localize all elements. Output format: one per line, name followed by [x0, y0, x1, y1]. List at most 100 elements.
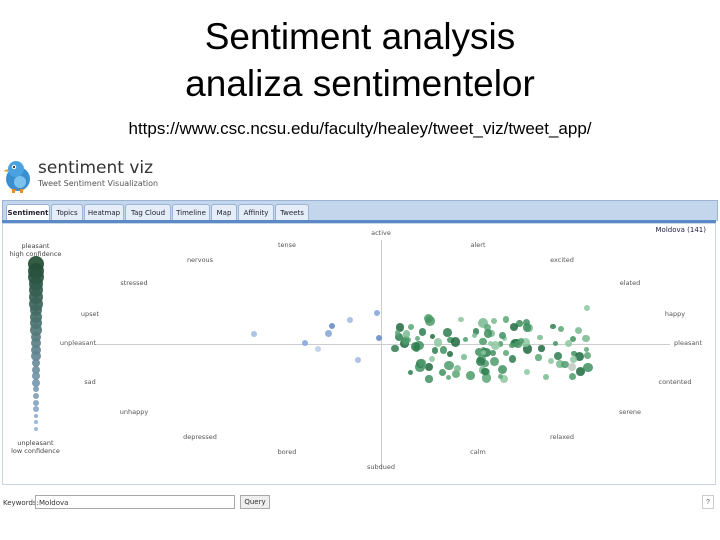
tweet-dot[interactable] [537, 335, 543, 341]
tweet-dot[interactable] [376, 335, 382, 341]
tab-timeline[interactable]: Timeline [172, 204, 210, 221]
tweet-dot[interactable] [251, 331, 257, 337]
tweet-dot[interactable] [461, 354, 467, 360]
tweet-dot[interactable] [481, 367, 489, 376]
tweet-dot[interactable] [324, 329, 332, 337]
tweet-dot[interactable] [535, 354, 542, 361]
tweet-dot[interactable] [428, 355, 435, 362]
tweet-dot[interactable] [574, 326, 582, 334]
emotion-calm: calm [470, 448, 486, 456]
tab-bar: Sentiment Topics Heatmap Tag Cloud Timel… [2, 200, 718, 221]
emotion-subdued: subdued [366, 463, 396, 471]
arousal-axis [381, 240, 382, 470]
emotion-unpleasant: unpleasant [59, 339, 97, 347]
tweet-dot[interactable] [490, 349, 496, 356]
tab-heatmap[interactable]: Heatmap [84, 204, 124, 221]
tweet-dot[interactable] [444, 360, 454, 371]
tab-tweets[interactable]: Tweets [275, 204, 309, 221]
tweet-dot[interactable] [499, 331, 506, 339]
tweet-dot[interactable] [423, 313, 434, 323]
tweet-dot[interactable] [425, 375, 433, 383]
emotion-pleasant: pleasant [674, 339, 702, 347]
tweet-dot[interactable] [514, 341, 522, 349]
tweet-dot[interactable] [522, 323, 531, 332]
tweet-dot[interactable] [408, 324, 415, 330]
emotion-depressed: depressed [183, 433, 217, 441]
tweet-dot[interactable] [466, 370, 475, 380]
legend-dot [33, 393, 39, 399]
tweet-dot[interactable] [329, 323, 335, 329]
tweet-dot[interactable] [479, 337, 487, 346]
tweet-dot[interactable] [433, 338, 443, 347]
tweet-dot[interactable] [418, 328, 426, 336]
app-name: sentiment viz [38, 158, 154, 178]
tweet-dot[interactable] [583, 352, 591, 360]
emotion-active: active [371, 229, 391, 237]
tweet-dot[interactable] [568, 363, 576, 371]
keywords-label: Keywords: [3, 499, 39, 507]
app-subtitle: Tweet Sentiment Visualization [38, 179, 159, 188]
legend-bottom-line2: low confidence [11, 447, 60, 455]
tweet-dot[interactable] [391, 344, 399, 352]
tweet-dot[interactable] [543, 374, 549, 380]
legend-bottom-line1: unpleasant [17, 439, 54, 447]
emotion-alert: alert [470, 241, 486, 249]
tweet-dot[interactable] [450, 337, 461, 347]
tweet-dot[interactable] [503, 350, 510, 356]
tweet-dot[interactable] [554, 352, 562, 360]
valence-axis [95, 344, 670, 345]
tweet-dot[interactable] [502, 316, 510, 323]
tab-sentiment[interactable]: Sentiment [6, 204, 50, 221]
emotion-bored: bored [277, 448, 297, 456]
slide-title-line1: Sentiment analysis [204, 16, 516, 57]
sentiment-panel [2, 223, 716, 485]
tweet-dot[interactable] [584, 305, 590, 311]
emotion-contented: contented [658, 378, 692, 386]
tab-affinity[interactable]: Affinity [238, 204, 274, 221]
tweet-dot[interactable] [476, 357, 486, 366]
tweet-dot[interactable] [490, 357, 499, 367]
help-icon[interactable]: ? [702, 495, 714, 509]
bird-logo-icon [3, 161, 30, 193]
tab-topics[interactable]: Topics [51, 204, 83, 221]
emotion-unhappy: unhappy [119, 408, 149, 416]
tweet-dot[interactable] [347, 317, 353, 323]
tweet-dot[interactable] [568, 373, 576, 381]
emotion-sad: sad [84, 378, 96, 386]
tweet-dot[interactable] [411, 341, 421, 351]
source-url: https://www.csc.ncsu.edu/faculty/healey/… [128, 119, 592, 138]
tweet-dot[interactable] [497, 364, 508, 375]
emotion-nervous: nervous [186, 256, 214, 264]
tweet-dot[interactable] [565, 340, 572, 348]
slide-title-line2: analiza sentimentelor [185, 63, 535, 104]
tweet-dot[interactable] [582, 334, 590, 342]
tweet-dot[interactable] [481, 349, 487, 355]
emotion-relaxed: relaxed [549, 433, 575, 441]
legend-top-line1: pleasant [21, 242, 50, 250]
keyword-bar: Keywords: Moldova Query ? [0, 495, 720, 513]
emotion-upset: upset [80, 310, 100, 318]
legend-bottom: unpleasant low confidence [8, 439, 63, 455]
legend-dot [34, 427, 38, 431]
tab-map[interactable]: Map [211, 204, 237, 221]
sentiment-viz-app: sentiment viz Tweet Sentiment Visualizat… [0, 150, 720, 540]
legend-dot [33, 399, 39, 406]
legend-dot [34, 413, 38, 418]
tweet-dot[interactable] [538, 345, 545, 352]
keywords-input[interactable]: Moldova [35, 495, 235, 509]
tweet-dot[interactable] [508, 355, 516, 363]
tweet-dot[interactable] [402, 330, 411, 338]
query-button[interactable]: Query [240, 495, 270, 509]
emotion-stressed: stressed [120, 279, 148, 287]
tweet-dot[interactable] [445, 374, 451, 380]
emotion-happy: happy [664, 310, 686, 318]
region-count-label: Moldova (141) [655, 226, 706, 234]
tab-tag-cloud[interactable]: Tag Cloud [125, 204, 171, 221]
tweet-dot[interactable] [548, 357, 554, 364]
tweet-dot[interactable] [355, 357, 361, 363]
emotion-elated: elated [619, 279, 641, 287]
tweet-dot[interactable] [374, 310, 380, 316]
tweet-dot[interactable] [315, 346, 321, 352]
emotion-excited: excited [550, 256, 574, 264]
tweet-dot[interactable] [302, 340, 308, 346]
